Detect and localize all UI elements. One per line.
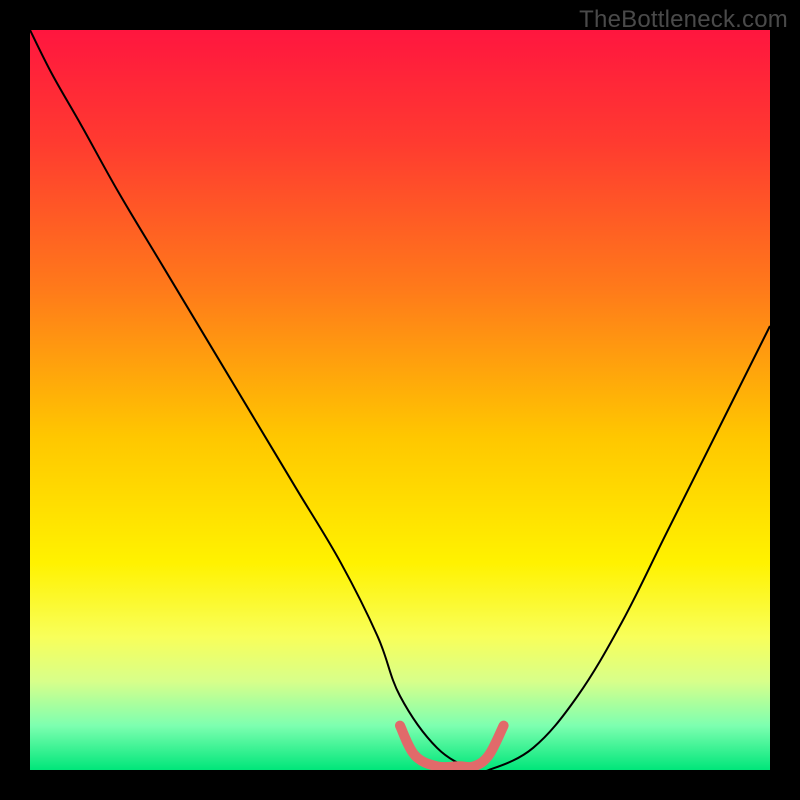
plot-area [30, 30, 770, 770]
bottleneck-curve [30, 30, 770, 770]
flat-segment-highlight [400, 726, 504, 768]
curve-layer [30, 30, 770, 770]
chart-frame: TheBottleneck.com [0, 0, 800, 800]
